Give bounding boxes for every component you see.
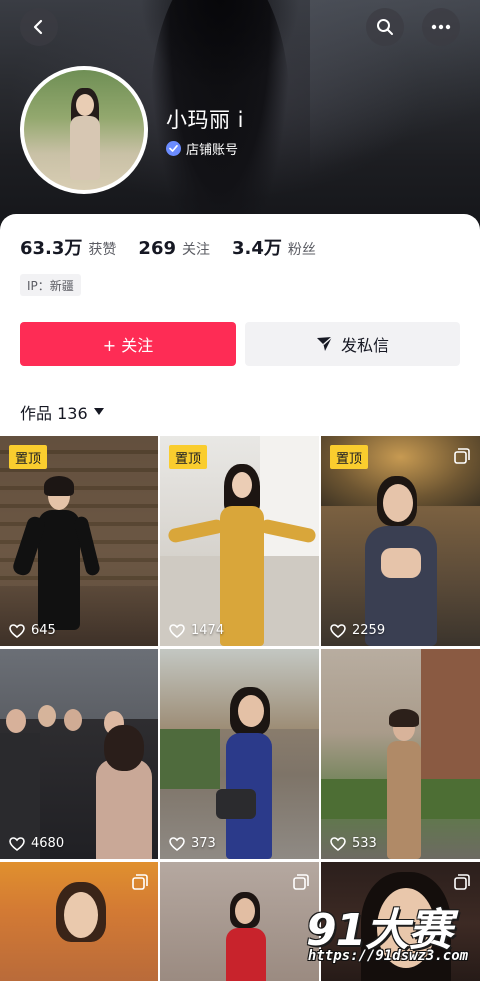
profile-sheet: 63.3万 获赞 269 关注 3.4万 粉丝 IP：新疆 + 关注 发私信 作… bbox=[0, 214, 480, 981]
ip-location-tag: IP：新疆 bbox=[20, 274, 81, 296]
badge-label: 店铺账号 bbox=[186, 143, 239, 158]
like-count-value: 533 bbox=[352, 836, 377, 851]
multi-image-icon bbox=[132, 874, 148, 890]
stats-row: 63.3万 获赞 269 关注 3.4万 粉丝 bbox=[20, 234, 338, 260]
video-thumbnail[interactable]: 4680 bbox=[0, 649, 158, 859]
more-button[interactable] bbox=[422, 8, 460, 46]
stat-value: 63.3万 bbox=[20, 238, 83, 259]
like-count: 533 bbox=[330, 836, 377, 851]
verified-badge: 店铺账号 bbox=[166, 139, 238, 158]
video-thumbnail[interactable]: 置顶 2259 bbox=[321, 436, 480, 646]
like-count: 1474 bbox=[169, 623, 224, 638]
watermark: 91大赛 https://91dswz3.com bbox=[300, 894, 480, 981]
stat-label: 获赞 bbox=[88, 242, 117, 258]
message-button[interactable]: 发私信 bbox=[245, 322, 460, 366]
stat-following[interactable]: 269 关注 bbox=[138, 238, 210, 259]
chevron-left-icon bbox=[33, 19, 43, 35]
video-thumbnail[interactable]: 373 bbox=[160, 649, 319, 859]
pinned-badge: 置顶 bbox=[9, 445, 48, 469]
like-count: 2259 bbox=[330, 623, 385, 638]
search-icon bbox=[377, 19, 393, 35]
video-thumbnail[interactable]: 533 bbox=[321, 649, 480, 859]
like-count-value: 645 bbox=[31, 623, 56, 638]
pinned-badge: 置顶 bbox=[330, 445, 369, 469]
works-label: 作品 136 bbox=[20, 404, 88, 423]
like-count-value: 373 bbox=[191, 836, 216, 851]
heart-icon bbox=[9, 623, 25, 638]
multi-image-icon bbox=[293, 874, 309, 890]
stat-likes[interactable]: 63.3万 获赞 bbox=[20, 234, 116, 260]
stat-label: 粉丝 bbox=[287, 242, 316, 258]
follow-button[interactable]: + 关注 bbox=[20, 322, 236, 366]
avatar[interactable] bbox=[20, 66, 148, 194]
send-icon bbox=[316, 336, 333, 351]
heart-icon bbox=[9, 836, 25, 851]
heart-icon bbox=[169, 836, 185, 851]
like-count: 373 bbox=[169, 836, 216, 851]
video-thumbnail[interactable]: 置顶 1474 bbox=[160, 436, 319, 646]
avatar-image bbox=[24, 70, 144, 190]
stat-value: 3.4万 bbox=[232, 238, 282, 259]
caret-down-icon bbox=[93, 408, 104, 415]
stat-label: 关注 bbox=[182, 242, 210, 258]
works-tab[interactable]: 作品 136 bbox=[20, 400, 104, 424]
like-count: 645 bbox=[9, 623, 56, 638]
back-button[interactable] bbox=[20, 8, 58, 46]
heart-icon bbox=[330, 623, 346, 638]
like-count-value: 1474 bbox=[191, 623, 225, 638]
stat-value: 269 bbox=[138, 238, 176, 259]
follow-label: + 关注 bbox=[102, 336, 154, 355]
like-count-value: 4680 bbox=[31, 836, 65, 851]
like-count: 4680 bbox=[9, 836, 64, 851]
pinned-badge: 置顶 bbox=[169, 445, 208, 469]
stat-followers[interactable]: 3.4万 粉丝 bbox=[232, 234, 316, 260]
verified-icon bbox=[166, 141, 181, 156]
watermark-url: https://91dswz3.com bbox=[307, 948, 469, 964]
video-thumbnail[interactable] bbox=[0, 862, 158, 981]
like-count-value: 2259 bbox=[352, 623, 386, 638]
message-label: 发私信 bbox=[340, 336, 389, 355]
search-button[interactable] bbox=[366, 8, 404, 46]
heart-icon bbox=[330, 836, 346, 851]
video-thumbnail[interactable]: 置顶 645 bbox=[0, 436, 158, 646]
cover-hair bbox=[140, 0, 300, 90]
more-icon bbox=[431, 24, 451, 30]
profile-name: 小玛丽 i bbox=[166, 108, 245, 132]
heart-icon bbox=[169, 623, 185, 638]
video-thumbnail[interactable] bbox=[160, 862, 319, 981]
multi-image-icon bbox=[454, 448, 470, 464]
multi-image-icon bbox=[454, 874, 470, 890]
